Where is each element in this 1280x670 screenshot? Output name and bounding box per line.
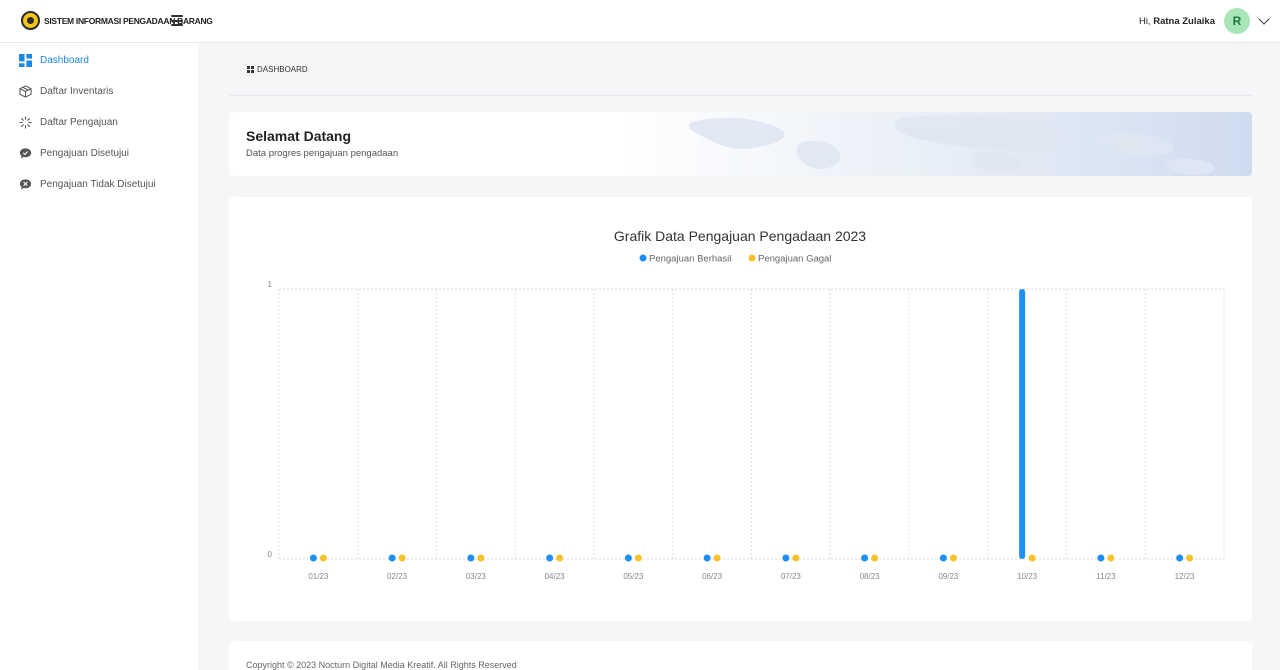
bar-berhasil (782, 554, 790, 562)
welcome-card: Selamat Datang Data progres pengajuan pe… (229, 112, 1252, 176)
dashboard-icon (247, 66, 254, 73)
bar-gagal (792, 554, 800, 562)
sidebar: Dashboard Daftar Inventaris Daftar Penga… (0, 43, 198, 670)
bar-gagal (1028, 554, 1036, 562)
x-tick-label: 02/23 (387, 572, 408, 581)
bar-berhasil (546, 554, 554, 562)
sidebar-item-label: Pengajuan Disetujui (40, 147, 129, 159)
sidebar-item-label: Daftar Pengajuan (40, 116, 118, 128)
x-tick-label: 05/23 (623, 572, 644, 581)
bar-berhasil (939, 554, 947, 562)
app-title: SISTEM INFORMASI PENGADAAN BARANG (44, 15, 213, 26)
sidebar-item-label: Daftar Inventaris (40, 85, 114, 97)
chevron-down-icon[interactable] (1258, 13, 1270, 25)
bar-gagal (713, 554, 721, 562)
legend-marker (748, 254, 756, 262)
greeting-prefix: Hi, (1138, 15, 1151, 27)
x-tick-label: 03/23 (466, 572, 487, 581)
sidebar-item-dashboard[interactable]: Dashboard (18, 50, 89, 70)
x-tick-label: 10/23 (1017, 572, 1038, 581)
bar-berhasil (624, 554, 632, 562)
bar-berhasil (703, 554, 711, 562)
sidebar-item-daftar-inventaris[interactable]: Daftar Inventaris (18, 81, 113, 101)
bar-gagal (871, 554, 879, 562)
world-map-icon (688, 115, 1215, 175)
welcome-title: Selamat Datang (246, 128, 352, 144)
user-name: Ratna Zulaika (1153, 15, 1215, 27)
chart-card: Grafik Data Pengajuan Pengadaan 2023 Peng… (229, 197, 1252, 621)
breadcrumb-label[interactable]: DASHBOARD (257, 65, 308, 74)
bar-berhasil (467, 554, 475, 562)
avatar[interactable]: R (1224, 8, 1250, 34)
bar-gagal (556, 554, 564, 562)
divider (229, 95, 1252, 96)
x-tick-label: 12/23 (1175, 572, 1196, 581)
top-bar: SISTEM INFORMASI PENGADAAN BARANG Hi, Ra… (0, 0, 1280, 43)
legend-label: Pengajuan Berhasil (649, 254, 731, 265)
menu-toggle-icon[interactable] (171, 15, 183, 26)
bar-gagal (1186, 554, 1194, 562)
legend-marker (639, 254, 647, 262)
bar-berhasil (1019, 289, 1026, 559)
x-tick-label: 09/23 (938, 572, 959, 581)
chart-title: Grafik Data Pengajuan Pengadaan 2023 (614, 228, 866, 244)
bar-gagal (949, 554, 957, 562)
y-tick-label: 1 (268, 280, 273, 289)
bar-gagal (634, 554, 642, 562)
sidebar-item-label: Pengajuan Tidak Disetujui (40, 178, 156, 190)
sidebar-item-label: Dashboard (40, 54, 89, 66)
bar-berhasil (861, 554, 869, 562)
bar-chart: Grafik Data Pengajuan Pengadaan 2023 Peng… (268, 228, 1225, 581)
x-tick-label: 08/23 (860, 572, 881, 581)
bar-gagal (319, 554, 327, 562)
x-tick-label: 04/23 (545, 572, 566, 581)
dashboard-icon (18, 53, 32, 67)
bar-gagal (398, 554, 406, 562)
sidebar-item-pengajuan-tidak-disetujui[interactable]: Pengajuan Tidak Disetujui (18, 174, 156, 194)
bar-gagal (1107, 554, 1115, 562)
x-tick-label: 11/23 (1096, 572, 1116, 581)
sidebar-item-daftar-pengajuan[interactable]: Daftar Pengajuan (18, 112, 118, 132)
chat-check-icon (18, 146, 32, 160)
logo-icon (21, 11, 40, 30)
x-tick-label: 01/23 (308, 572, 329, 581)
legend-label: Pengajuan Gagal (758, 254, 831, 265)
brand[interactable]: SISTEM INFORMASI PENGADAAN BARANG (21, 11, 213, 30)
sidebar-item-pengajuan-disetujui[interactable]: Pengajuan Disetujui (18, 143, 129, 163)
breadcrumb: DASHBOARD (247, 65, 308, 74)
bar-berhasil (309, 554, 317, 562)
box-icon (18, 84, 32, 98)
bar-berhasil (1176, 554, 1184, 562)
bar-berhasil (388, 554, 396, 562)
user-menu[interactable]: Hi, Ratna Zulaika R (1139, 7, 1272, 35)
bar-berhasil (1097, 554, 1105, 562)
x-tick-label: 07/23 (781, 572, 802, 581)
footer: Copyright © 2023 Nocturn Digital Media K… (229, 641, 1252, 670)
y-tick-label: 0 (268, 550, 273, 559)
loader-icon (18, 115, 32, 129)
bar-gagal (477, 554, 485, 562)
user-greeting: Hi, Ratna Zulaika (1139, 16, 1215, 27)
footer-copyright: Copyright © 2023 Nocturn Digital Media K… (246, 660, 517, 670)
chat-x-icon (18, 177, 32, 191)
welcome-subtitle: Data progres pengajuan pengadaan (246, 148, 399, 159)
x-tick-label: 06/23 (702, 572, 723, 581)
